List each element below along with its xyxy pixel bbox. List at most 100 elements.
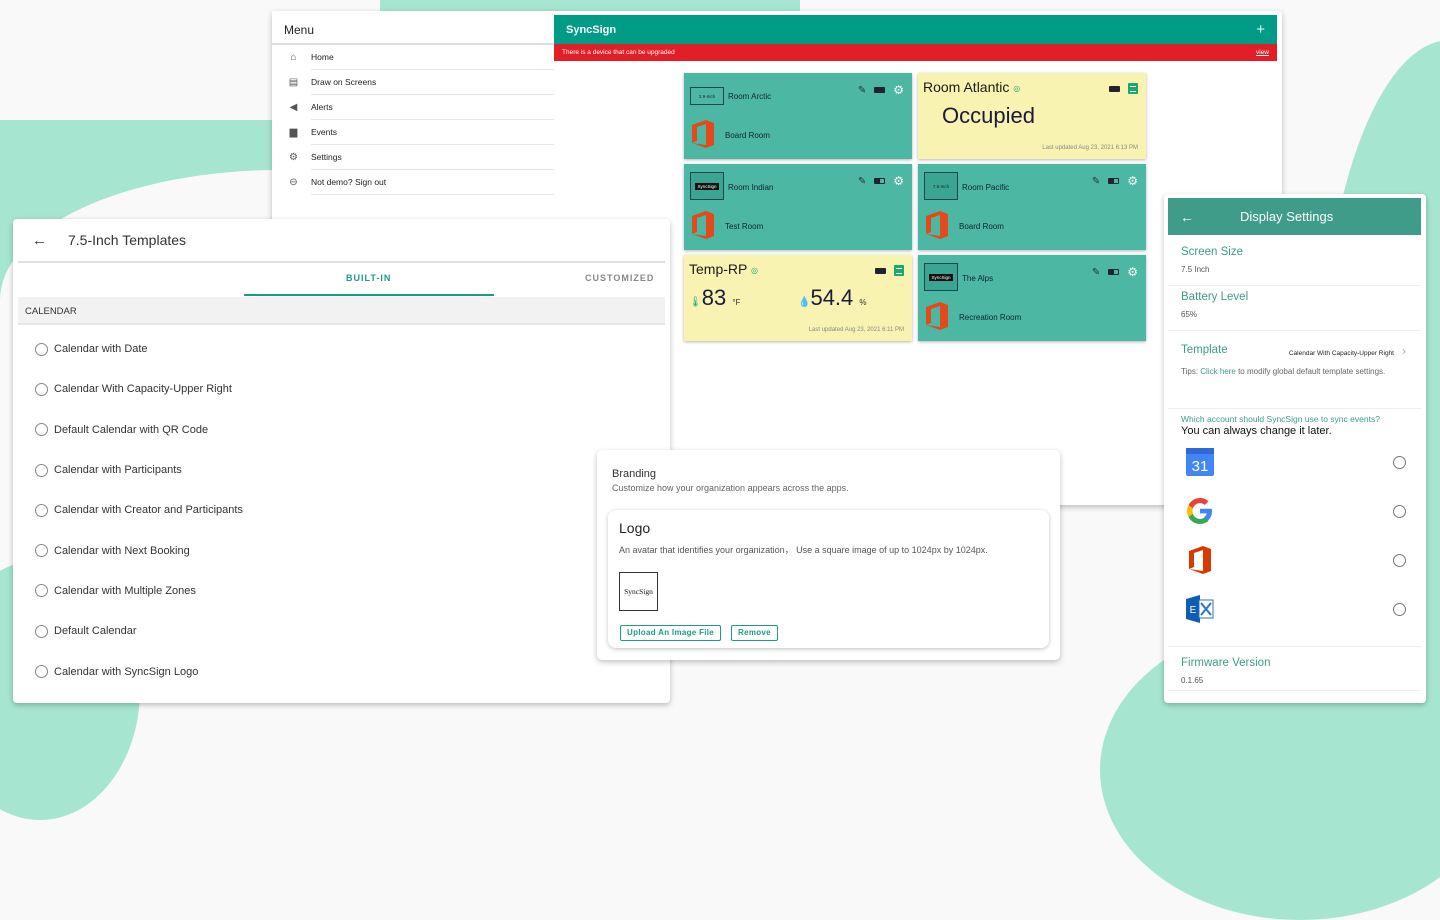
megaphone-icon: ◀ [289,102,298,113]
edit-icon[interactable]: ✎ [858,85,866,96]
template-option[interactable]: Default Calendar with QR Code [13,410,670,450]
menu-item-events[interactable]: ▆ Events [272,120,554,145]
calendar-name: Recreation Room [959,313,1022,322]
template-option[interactable]: Calendar with Creator and Participants [13,490,670,530]
edit-icon[interactable]: ✎ [858,176,866,187]
edit-icon[interactable]: ✎ [1092,176,1100,187]
tile-actions: ✎ ⚙ [858,174,904,188]
google-calendar-radio[interactable] [1393,456,1406,469]
radio-button[interactable] [35,665,48,679]
sensor-tile-temp-rp[interactable]: Temp-RP ◎ 🌡83 °F 💧54.4 % Last updated Au… [684,255,912,341]
display-settings-panel: ← Display Settings Screen Size 7.5 Inch … [1164,194,1426,703]
template-option[interactable]: Calendar with Multiple Zones [13,571,670,611]
gear-icon[interactable]: ⚙ [893,174,904,188]
add-device-button[interactable]: + [1256,21,1265,38]
last-updated: Last updated Aug 23, 2021 6:13 PM [1042,145,1138,151]
room-name: Room Atlantic ◎ [923,79,1021,95]
active-tab-indicator [244,294,494,296]
account-note: You can always change it later. [1181,425,1332,437]
menu-title: Menu [272,11,554,45]
google-radio[interactable] [1393,505,1406,518]
page-title: Display Settings [1240,209,1334,224]
alert-text: There is a device that can be upgraded [562,49,675,56]
menu-item-home[interactable]: ⌂ Home [272,45,554,70]
menu-item-sign-out[interactable]: ⊖ Not demo? Sign out [272,170,554,195]
sign-out-icon: ⊖ [289,177,298,188]
battery-level-row: Battery Level 65% [1168,291,1421,331]
template-option[interactable]: Calendar with Participants [13,450,670,490]
template-option[interactable]: Calendar With Capacity-Upper Right [13,369,670,409]
exchange-radio[interactable] [1393,603,1406,616]
battery-icon [1108,269,1120,275]
upload-image-button[interactable]: Upload An Image File [620,625,722,641]
office-365-icon [1189,546,1211,574]
gear-icon[interactable]: ⚙ [1127,174,1138,188]
device-thumbnail: 7.5-Inch [924,172,958,200]
template-tips: Tips: Click here to modify global defaul… [1181,367,1386,376]
office-icon [692,211,714,239]
branding-heading: Branding [612,468,657,480]
radio-button[interactable] [35,382,48,396]
logo-preview: SyncSign [619,572,658,611]
sensor-tile-room-atlantic[interactable]: Room Atlantic ◎ Occupied Last updated Au… [918,73,1146,159]
document-icon[interactable] [1128,83,1138,94]
battery-icon [1109,85,1120,92]
calendar-name: Test Room [725,222,764,231]
device-tile-room-pacific[interactable]: 7.5-Inch Room Pacific Board Room ✎ ⚙ [918,164,1146,250]
menu-item-settings[interactable]: ⚙ Settings [272,145,554,170]
radio-button[interactable] [35,584,48,598]
gear-icon[interactable]: ⚙ [1127,265,1138,279]
google-calendar-icon: 31 [1186,448,1214,476]
back-arrow-icon[interactable]: ← [32,232,68,249]
radio-button[interactable] [35,342,48,356]
device-tile-the-alps[interactable]: SyncSign The Alps Recreation Room ✎ ⚙ [918,255,1146,341]
message-icon: ▆ [289,127,298,138]
view-link[interactable]: view [1256,49,1269,56]
radio-button[interactable] [35,463,48,477]
menu-item-alerts[interactable]: ◀ Alerts [272,95,554,120]
radio-button[interactable] [35,423,48,437]
template-option[interactable]: Calendar with Next Booking [13,530,670,570]
document-icon[interactable] [894,265,904,276]
device-name: The Alps [962,274,994,283]
tab-customized[interactable]: CUSTOMIZED [585,273,654,283]
back-arrow-icon[interactable]: ← [1180,209,1240,225]
template-list: Calendar with Date Calendar With Capacit… [13,325,670,692]
chevron-right-icon[interactable]: › [1402,344,1406,358]
exchange-icon: E [1186,595,1214,623]
device-tile-room-indian[interactable]: SyncSign Room Indian Test Room ✎ ⚙ [684,164,912,250]
device-tile-room-arctic[interactable]: 2.9-Inch Room Arctic Board Room ✎ ⚙ [684,73,912,159]
radio-button[interactable] [35,624,48,638]
template-option[interactable]: Calendar with Date [13,329,670,369]
document-icon: ▤ [288,77,299,88]
tile-actions [1109,83,1138,94]
calendar-name: Board Room [959,222,1004,231]
battery-icon [1108,178,1120,184]
gear-icon[interactable]: ⚙ [893,83,904,97]
template-option[interactable]: Default Calendar [13,611,670,651]
battery-icon [874,178,886,184]
remove-logo-button[interactable]: Remove [731,625,778,641]
battery-icon [874,87,886,93]
office-365-radio[interactable] [1393,554,1406,567]
radio-button[interactable] [35,544,48,558]
edit-icon[interactable]: ✎ [1092,267,1100,278]
app-title: SyncSign [566,23,617,36]
logo-title: Logo [619,520,651,536]
gear-icon: ⚙ [289,152,298,163]
temperature-reading: 🌡83 °F [689,285,741,310]
device-name: Room Indian [728,183,774,192]
branding-description: Customize how your organization appears … [612,483,849,493]
radio-button[interactable] [35,503,48,517]
tab-built-in[interactable]: BUILT-IN [346,273,391,283]
template-value[interactable]: Calendar With Capacity-Upper Right [1289,350,1394,357]
side-menu: Menu ⌂ Home ▤ Draw on Screens ◀ Alerts ▆ Eve… [272,11,554,221]
template-option[interactable]: Calendar with SyncSign Logo [13,651,670,691]
section-header: CALENDAR [18,297,665,325]
page-title: 7.5-Inch Templates [68,232,187,248]
device-thumbnail: 2.9-Inch [690,87,724,105]
device-thumbnail: SyncSign [690,172,724,200]
menu-item-draw-on-screens[interactable]: ▤ Draw on Screens [272,70,554,95]
svg-text:E: E [1190,605,1197,616]
click-here-link[interactable]: Click here [1200,367,1236,376]
